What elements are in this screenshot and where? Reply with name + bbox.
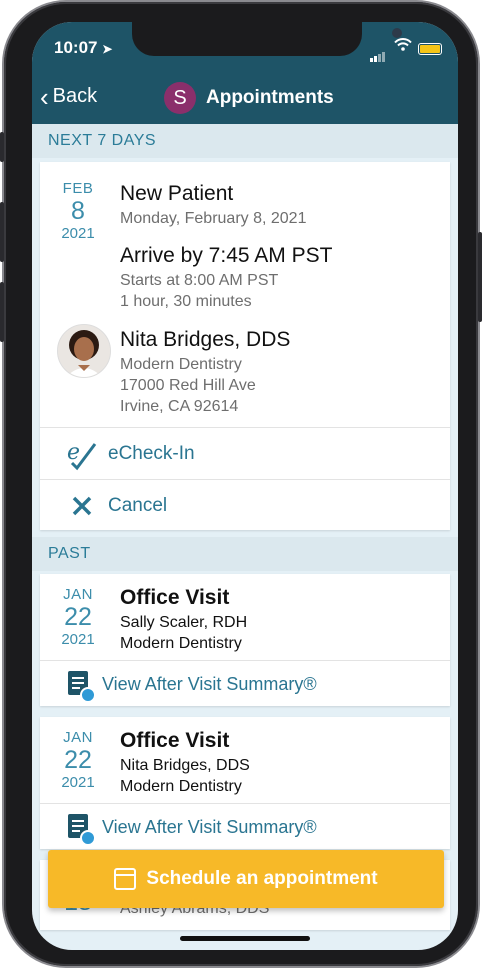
screen: 10:07 ➤ ‹ Back S Appointments NEXT 7 DAY… xyxy=(32,22,458,950)
appointment-date-text: Monday, February 8, 2021 xyxy=(120,210,307,227)
back-button[interactable]: ‹ Back xyxy=(40,81,98,112)
appointment-date: JAN 22 2021 xyxy=(40,729,116,791)
svg-text:e: e xyxy=(67,440,80,465)
address-line-2: Irvine, CA 92614 xyxy=(120,398,239,415)
past-appointment-card: JAN 22 2021 Office Visit Nita Bridges, D… xyxy=(40,717,450,849)
provider-name: Sally Scaler, RDH xyxy=(120,614,248,631)
appointment-type: Office Visit xyxy=(120,729,230,752)
past-appointment-card: JAN 22 2021 Office Visit Sally Scaler, R… xyxy=(40,574,450,706)
section-header-past: PAST xyxy=(32,537,458,571)
location-name: Modern Dentistry xyxy=(120,356,242,373)
notch xyxy=(132,22,402,56)
status-bar: 10:07 ➤ xyxy=(32,22,458,72)
document-icon xyxy=(68,814,96,846)
view-summary-label: View After Visit Summary® xyxy=(102,816,317,837)
schedule-appointment-button[interactable]: Schedule an appointment xyxy=(48,850,444,908)
echeckin-button[interactable]: e eCheck-In xyxy=(40,427,450,480)
schedule-label: Schedule an appointment xyxy=(146,868,378,889)
mute-switch xyxy=(0,132,4,162)
home-indicator xyxy=(180,936,310,941)
echeckin-icon: e xyxy=(64,437,98,471)
date-month: FEB xyxy=(62,180,94,197)
nav-bar: ‹ Back S Appointments xyxy=(32,72,458,124)
page-title: Appointments xyxy=(206,87,334,108)
calendar-icon xyxy=(114,868,137,890)
back-label: Back xyxy=(52,85,98,107)
date-month: JAN xyxy=(63,586,93,603)
signal-icon xyxy=(370,44,386,62)
view-summary-label: View After Visit Summary® xyxy=(102,673,317,694)
duration: 1 hour, 30 minutes xyxy=(120,293,252,310)
echeckin-label: eCheck-In xyxy=(108,443,195,464)
appointment-date: JAN 22 2021 xyxy=(40,586,116,648)
arrive-time: Arrive by 7:45 AM PST xyxy=(120,244,333,267)
date-day: 8 xyxy=(71,197,85,225)
location-arrow-icon: ➤ xyxy=(102,42,113,56)
date-year: 2021 xyxy=(61,225,95,242)
battery-icon xyxy=(418,43,442,55)
provider-photo xyxy=(57,324,111,378)
date-year: 2021 xyxy=(61,631,95,648)
user-avatar[interactable]: S xyxy=(164,82,196,114)
appointment-type: Office Visit xyxy=(120,586,230,609)
provider-name: Nita Bridges, DDS xyxy=(120,757,250,774)
date-year: 2021 xyxy=(61,774,95,791)
view-summary-link[interactable]: View After Visit Summary® xyxy=(40,803,450,850)
volume-down-button xyxy=(0,282,4,342)
cancel-button[interactable]: Cancel xyxy=(40,479,450,531)
view-summary-link[interactable]: View After Visit Summary® xyxy=(40,660,450,707)
date-day: 22 xyxy=(64,746,92,774)
provider-name[interactable]: Nita Bridges, DDS xyxy=(120,328,290,352)
phone-frame: 10:07 ➤ ‹ Back S Appointments NEXT 7 DAY… xyxy=(0,2,482,966)
appointment-date: FEB 8 2021 xyxy=(40,180,116,242)
camera xyxy=(392,28,402,38)
cancel-label: Cancel xyxy=(108,494,168,516)
document-icon xyxy=(68,671,96,703)
upcoming-appointment-card: FEB 8 2021 New Patient Monday, February … xyxy=(40,162,450,530)
date-month: JAN xyxy=(63,729,93,746)
appointment-type: New Patient xyxy=(120,182,234,205)
status-time: 10:07 ➤ xyxy=(54,38,113,57)
volume-up-button xyxy=(0,202,4,262)
power-button xyxy=(478,232,482,322)
close-icon xyxy=(70,494,94,518)
address-line-1: 17000 Red Hill Ave xyxy=(120,377,256,394)
date-day: 22 xyxy=(64,603,92,631)
chevron-left-icon: ‹ xyxy=(40,81,49,112)
location-name: Modern Dentistry xyxy=(120,635,242,652)
start-time: Starts at 8:00 AM PST xyxy=(120,272,279,289)
location-name: Modern Dentistry xyxy=(120,778,242,795)
wifi-icon xyxy=(394,38,412,54)
section-header-upcoming: NEXT 7 DAYS xyxy=(32,124,458,158)
